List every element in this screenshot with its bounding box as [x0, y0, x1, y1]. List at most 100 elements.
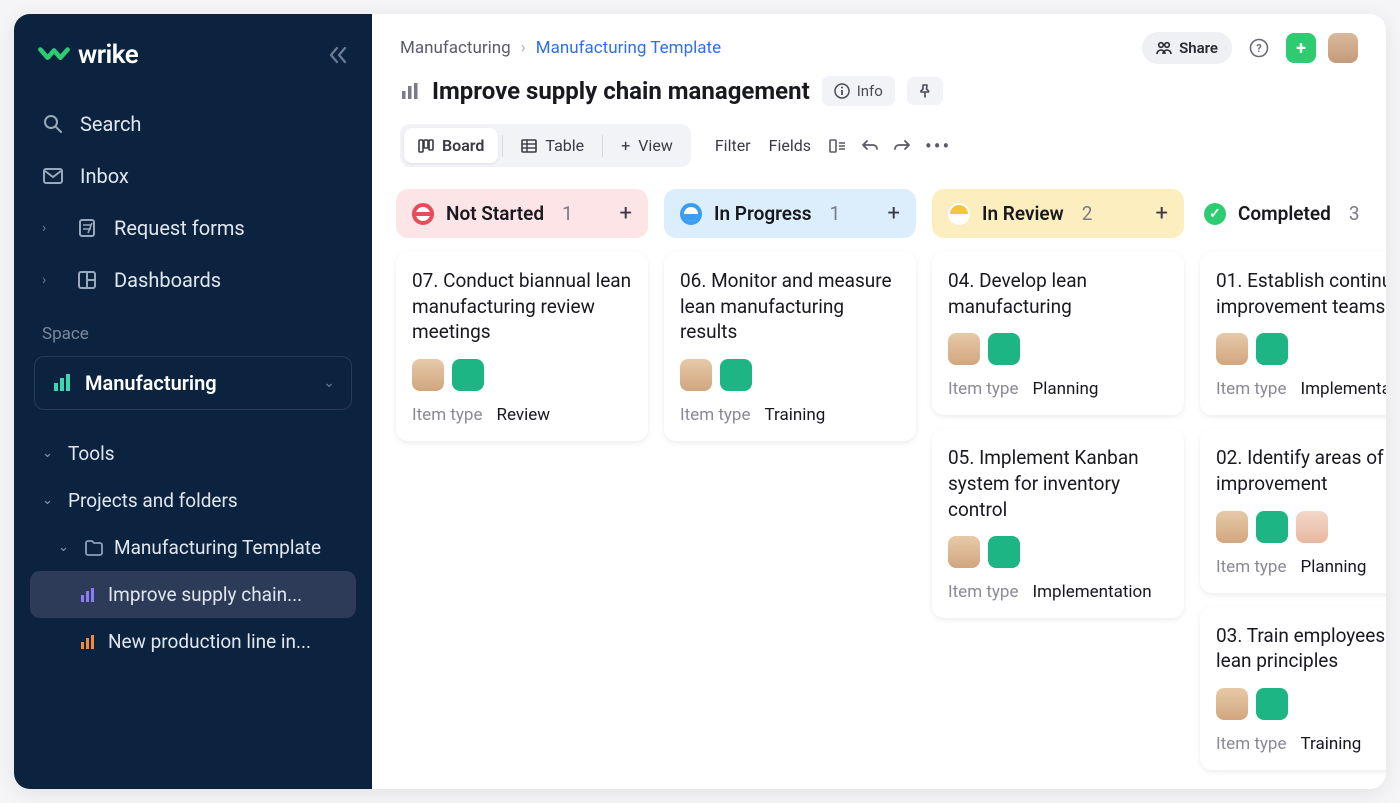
- avatar[interactable]: [948, 536, 980, 568]
- inbox-icon: [42, 165, 64, 187]
- card[interactable]: 05. Implement Kanban system for inventor…: [932, 429, 1184, 618]
- add-card-button[interactable]: +: [1156, 201, 1168, 226]
- top-actions: Share ? +: [1142, 32, 1358, 64]
- add-view-button[interactable]: + View: [607, 128, 687, 163]
- meta-key: Item type: [1216, 734, 1287, 754]
- help-button[interactable]: ?: [1244, 33, 1274, 63]
- meta-key: Item type: [412, 405, 483, 425]
- add-card-button[interactable]: +: [620, 201, 632, 226]
- sidebar: wrike Search Inbox › Request forms: [14, 14, 372, 789]
- meta-key: Item type: [680, 405, 751, 425]
- share-label: Share: [1179, 39, 1218, 57]
- column-header[interactable]: Not Started 1 +: [396, 189, 648, 238]
- info-chip[interactable]: Info: [822, 76, 895, 106]
- nav-inbox[interactable]: Inbox: [14, 150, 372, 202]
- card-meta: Item type Training: [1216, 734, 1386, 754]
- avatar[interactable]: [988, 333, 1020, 365]
- space-selector[interactable]: Manufacturing ⌄: [34, 356, 352, 410]
- card-avatars: [680, 359, 900, 391]
- view-tab-board[interactable]: Board: [404, 128, 498, 163]
- card[interactable]: 03. Train employees on lean principles I…: [1200, 607, 1386, 770]
- avatar[interactable]: [948, 333, 980, 365]
- avatar[interactable]: [1256, 688, 1288, 720]
- expand-icon[interactable]: [829, 138, 847, 154]
- filter-button[interactable]: Filter: [715, 136, 751, 155]
- view-tab-table[interactable]: Table: [507, 128, 598, 163]
- tree-template[interactable]: ⌄ Manufacturing Template: [14, 524, 372, 571]
- card[interactable]: 01. Establish continuous improvement tea…: [1200, 252, 1386, 415]
- table-icon: [521, 138, 537, 154]
- app-shell: wrike Search Inbox › Request forms: [14, 14, 1386, 789]
- column-header[interactable]: In Review 2 +: [932, 189, 1184, 238]
- column-header[interactable]: ✓ Completed 3 +: [1200, 189, 1386, 238]
- column-count: 1: [562, 202, 573, 225]
- info-label: Info: [857, 82, 883, 100]
- logo-icon: [38, 45, 70, 65]
- board-icon: [418, 138, 434, 154]
- avatar[interactable]: [1216, 511, 1248, 543]
- logo-row: wrike: [14, 32, 372, 98]
- fields-button[interactable]: Fields: [769, 136, 811, 155]
- meta-value: Review: [497, 405, 551, 425]
- tree-tools[interactable]: ⌄ Tools: [14, 430, 372, 477]
- column-in-progress: In Progress 1 + 06. Monitor and measure …: [664, 189, 916, 789]
- folder-icon: [84, 538, 104, 558]
- title-row: Improve supply chain management Info: [400, 76, 1358, 106]
- more-icon[interactable]: •••: [925, 134, 951, 158]
- card-title: 04. Develop lean manufacturing: [948, 268, 1168, 319]
- nav-search[interactable]: Search: [14, 98, 372, 150]
- share-button[interactable]: Share: [1142, 32, 1232, 64]
- column-count: 1: [830, 202, 841, 225]
- collapse-sidebar-icon[interactable]: [328, 46, 348, 64]
- add-card-button[interactable]: +: [888, 201, 900, 226]
- column-title: In Review: [982, 202, 1064, 225]
- tree-projects[interactable]: ⌄ Projects and folders: [14, 477, 372, 524]
- add-view-label: View: [638, 136, 673, 155]
- card[interactable]: 06. Monitor and measure lean manufacturi…: [664, 252, 916, 441]
- avatar[interactable]: [1216, 333, 1248, 365]
- avatar[interactable]: [452, 359, 484, 391]
- tree-other-project[interactable]: New production line in...: [14, 618, 372, 665]
- avatar[interactable]: [1296, 511, 1328, 543]
- view-row: Board Table + View: [400, 118, 1358, 181]
- avatar[interactable]: [1256, 511, 1288, 543]
- avatar[interactable]: [988, 536, 1020, 568]
- user-avatar[interactable]: [1328, 33, 1358, 63]
- tree-projects-label: Projects and folders: [68, 489, 238, 512]
- avatar[interactable]: [412, 359, 444, 391]
- column-not-started: Not Started 1 + 07. Conduct biannual lea…: [396, 189, 648, 789]
- breadcrumb-root[interactable]: Manufacturing: [400, 38, 511, 58]
- breadcrumb-leaf[interactable]: Manufacturing Template: [536, 38, 721, 58]
- add-button[interactable]: +: [1286, 33, 1316, 63]
- tree-active-project[interactable]: Improve supply chain...: [30, 571, 356, 618]
- avatar[interactable]: [1216, 688, 1248, 720]
- meta-key: Item type: [1216, 557, 1287, 577]
- pin-button[interactable]: [907, 77, 943, 105]
- card[interactable]: 04. Develop lean manufacturing Item type…: [932, 252, 1184, 415]
- status-in-progress-icon: [680, 203, 702, 225]
- meta-value: Implementation: [1301, 379, 1387, 399]
- column-header[interactable]: In Progress 1 +: [664, 189, 916, 238]
- card[interactable]: 07. Conduct biannual lean manufacturing …: [396, 252, 648, 441]
- meta-value: Planning: [1033, 379, 1099, 399]
- card-title: 07. Conduct biannual lean manufacturing …: [412, 268, 632, 345]
- card-title: 05. Implement Kanban system for inventor…: [948, 445, 1168, 522]
- nav-dashboards[interactable]: › Dashboards: [14, 254, 372, 306]
- avatar[interactable]: [680, 359, 712, 391]
- redo-icon[interactable]: [893, 139, 911, 153]
- chevron-down-icon: ⌄: [58, 540, 74, 555]
- undo-icon[interactable]: [861, 139, 879, 153]
- avatar[interactable]: [720, 359, 752, 391]
- view-tabs: Board Table + View: [400, 124, 691, 167]
- chevron-right-icon: ›: [42, 272, 56, 288]
- tree-active-label: Improve supply chain...: [108, 583, 302, 606]
- card[interactable]: 02. Identify areas of improvement Item t…: [1200, 429, 1386, 592]
- column-title: In Progress: [714, 202, 812, 225]
- nav-request-forms[interactable]: › Request forms: [14, 202, 372, 254]
- logo[interactable]: wrike: [38, 40, 138, 70]
- chevron-down-icon: ⌄: [323, 375, 335, 391]
- nav-inbox-label: Inbox: [80, 164, 129, 188]
- avatar[interactable]: [1256, 333, 1288, 365]
- breadcrumb: Manufacturing › Manufacturing Template: [400, 38, 721, 58]
- project-icon: [78, 632, 98, 652]
